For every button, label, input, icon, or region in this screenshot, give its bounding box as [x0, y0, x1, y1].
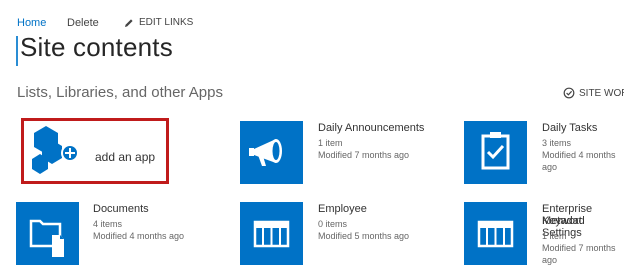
app-modified: Modified 4 months ago [542, 150, 616, 172]
app-count: 1 item [318, 138, 343, 148]
app-name-daily-announcements[interactable]: Daily Announcements [318, 122, 424, 134]
app-tile-daily-announcements[interactable] [240, 121, 303, 184]
app-tile-documents[interactable] [16, 202, 79, 265]
pencil-icon [125, 18, 133, 27]
app-modified: Modified 7 months ago [318, 150, 410, 160]
list-table-icon [477, 220, 514, 248]
app-name-documents[interactable]: Documents [93, 203, 149, 215]
nav-delete-link[interactable]: Delete [67, 17, 99, 29]
list-table-icon [253, 220, 290, 248]
app-name-daily-tasks[interactable]: Daily Tasks [542, 122, 597, 134]
app-modified: Modified 4 months ago [93, 231, 185, 241]
page-title: Site contents [20, 32, 173, 62]
edit-links-label: EDIT LINKS [139, 17, 194, 28]
app-tile-employee[interactable] [240, 202, 303, 265]
site-workflows-button[interactable]: SITE WORK [563, 87, 624, 99]
section-heading: Lists, Libraries, and other Apps [17, 84, 223, 101]
app-count: 3 items [542, 138, 572, 148]
megaphone-icon [249, 139, 282, 166]
app-count: 1 item [542, 231, 567, 241]
app-name-employee[interactable]: Employee [318, 203, 367, 215]
nav-home-link[interactable]: Home [17, 17, 46, 29]
check-circle-icon [563, 87, 575, 99]
title-accent-bar [16, 36, 18, 66]
app-count: 0 items [318, 219, 348, 229]
app-modified: Modified 5 months ago [318, 231, 410, 241]
app-tile-enterprise-metadata[interactable] [464, 202, 527, 265]
app-tile-daily-tasks[interactable] [464, 121, 527, 184]
app-count: 4 items [93, 219, 123, 229]
add-app-label[interactable]: add an app [95, 150, 155, 164]
app-modified: Modified 7 months ago [542, 243, 616, 265]
edit-links-button[interactable]: EDIT LINKS [124, 17, 193, 28]
task-clipboard-icon [481, 132, 510, 170]
site-workflows-label: SITE WORK [579, 87, 624, 99]
folder-document-icon [29, 219, 64, 257]
add-app-icon [32, 126, 79, 174]
